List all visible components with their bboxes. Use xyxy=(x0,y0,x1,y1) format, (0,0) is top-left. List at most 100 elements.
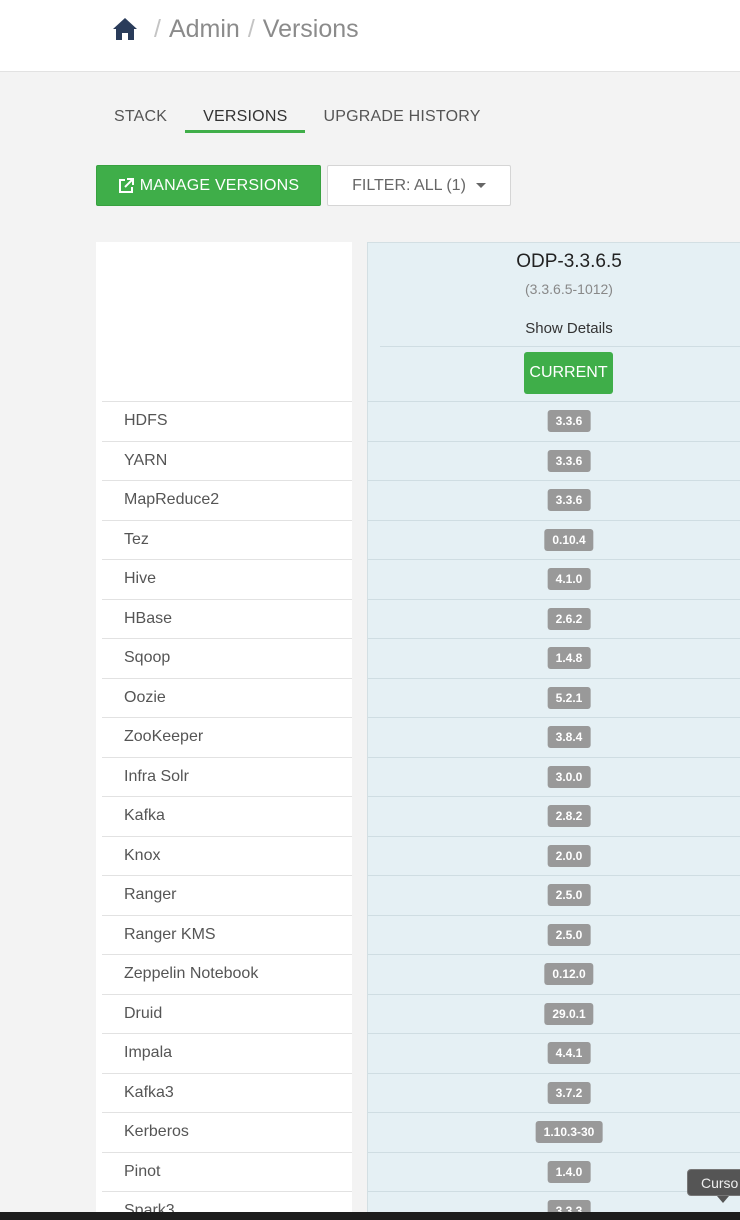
service-name: Ranger KMS xyxy=(124,925,216,943)
service-version-row: 4.1.0 xyxy=(368,559,740,599)
service-name: Kafka3 xyxy=(124,1083,174,1101)
breadcrumb-separator: / xyxy=(154,14,161,43)
service-version-row: 2.5.0 xyxy=(368,914,740,955)
service-row: Knox xyxy=(102,835,352,876)
service-row: HBase xyxy=(102,598,352,639)
service-version-row: 3.3.6 xyxy=(368,401,740,441)
service-row: Infra Solr xyxy=(102,756,352,797)
service-row: MapReduce2 xyxy=(102,480,352,520)
manage-versions-label: MANAGE VERSIONS xyxy=(139,176,300,194)
service-name: Tez xyxy=(124,530,149,548)
version-badge: 2.5.0 xyxy=(547,923,591,946)
service-version-row: 2.5.0 xyxy=(368,875,740,915)
version-badge: 5.2.1 xyxy=(547,686,591,709)
service-version-row: 0.12.0 xyxy=(368,954,740,994)
service-version-row: 29.0.1 xyxy=(368,993,740,1034)
version-badge: 29.0.1 xyxy=(544,1002,594,1025)
manage-versions-button[interactable]: MANAGE VERSIONS xyxy=(96,165,321,206)
service-row: Kafka3 xyxy=(102,1072,352,1113)
service-row: Tez xyxy=(102,519,352,560)
service-row: Kerberos xyxy=(102,1112,352,1152)
version-badge: 3.7.2 xyxy=(547,1081,591,1104)
version-badge: 2.6.2 xyxy=(547,607,591,630)
tooltip-arrow xyxy=(717,1196,729,1203)
service-name: MapReduce2 xyxy=(124,491,220,509)
service-name: Impala xyxy=(124,1044,173,1062)
service-version-row: 3.0.0 xyxy=(368,756,740,797)
service-name-column: HDFS YARN MapReduce2 Tez Hive HBase Sqoop Oozie… xyxy=(96,242,352,1220)
service-row: Kafka xyxy=(102,796,352,836)
service-version-row: 1.4.8 xyxy=(368,638,740,678)
service-name: HBase xyxy=(124,609,173,627)
caret-down-icon xyxy=(475,183,486,188)
service-name: Druid xyxy=(124,1004,163,1022)
service-name: Infra Solr xyxy=(124,767,189,785)
service-name: Knox xyxy=(124,846,161,864)
service-name: ZooKeeper xyxy=(124,728,204,746)
cursor-tooltip: Curso xyxy=(687,1169,740,1196)
version-badge: 1.4.0 xyxy=(547,1160,591,1183)
service-version-row: 2.0.0 xyxy=(368,835,740,876)
service-version-row: 5.2.1 xyxy=(368,677,740,718)
service-version-row: 1.4.0 xyxy=(368,1151,740,1192)
service-version-row: 2.6.2 xyxy=(368,598,740,639)
tab-versions[interactable]: VERSIONS xyxy=(185,100,306,133)
tab-stack[interactable]: STACK xyxy=(96,100,185,132)
breadcrumb-versions: Versions xyxy=(262,14,359,43)
service-row: Pinot xyxy=(102,1151,352,1192)
version-badge: 4.4.1 xyxy=(547,1042,591,1065)
service-row: HDFS xyxy=(102,401,352,441)
show-details-link[interactable]: Show Details xyxy=(368,320,740,337)
service-row: Druid xyxy=(102,993,352,1034)
version-badge: 3.3.6 xyxy=(547,489,591,512)
top-header: / Admin / Versions xyxy=(0,0,740,72)
version-badge: 3.3.6 xyxy=(547,449,591,472)
service-version-row: 3.3.6 xyxy=(368,480,740,520)
service-version-row: 0.10.4 xyxy=(368,519,740,560)
service-name: Zeppelin Notebook xyxy=(124,965,259,983)
service-row: Ranger KMS xyxy=(102,914,352,955)
external-link-icon xyxy=(118,177,134,193)
service-name: Ranger xyxy=(124,886,177,904)
version-column: ODP-3.3.6.5 (3.3.6.5-1012) Show Details … xyxy=(367,242,740,1220)
version-badge: 2.8.2 xyxy=(547,805,591,828)
current-status-button[interactable]: CURRENT xyxy=(524,352,613,394)
version-badge: 1.10.3-30 xyxy=(535,1121,603,1144)
bottom-bar xyxy=(0,1212,740,1220)
version-badge: 4.1.0 xyxy=(547,568,591,591)
version-badge: 2.5.0 xyxy=(547,884,591,907)
service-version-row: 4.4.1 xyxy=(368,1033,740,1073)
service-version-row: 3.7.2 xyxy=(368,1072,740,1113)
breadcrumb-separator: / xyxy=(247,14,255,43)
service-name: Kafka xyxy=(124,807,165,825)
service-version-row: 1.10.3-30 xyxy=(368,1112,740,1152)
version-badge: 3.3.6 xyxy=(547,410,591,433)
version-badge: 3.8.4 xyxy=(547,726,591,749)
service-row: Hive xyxy=(102,559,352,599)
home-icon[interactable] xyxy=(112,16,138,42)
service-name: HDFS xyxy=(124,412,168,430)
filter-dropdown[interactable]: FILTER: ALL (1) xyxy=(327,165,511,206)
version-build: (3.3.6.5-1012) xyxy=(525,281,613,297)
service-row: Zeppelin Notebook xyxy=(102,954,352,994)
version-name: ODP-3.3.6.5 xyxy=(516,251,622,272)
service-row: Impala xyxy=(102,1033,352,1073)
service-version-row: 3.3.6 xyxy=(368,440,740,481)
service-row: Ranger xyxy=(102,875,352,915)
tab-upgrade-history[interactable]: UPGRADE HISTORY xyxy=(305,100,498,132)
service-row: YARN xyxy=(102,440,352,481)
service-name: Oozie xyxy=(124,688,166,706)
service-name: Hive xyxy=(124,570,157,588)
breadcrumb-admin[interactable]: Admin xyxy=(169,15,240,44)
service-row: ZooKeeper xyxy=(102,717,352,757)
service-name: Sqoop xyxy=(124,649,171,667)
service-name: YARN xyxy=(124,451,168,469)
breadcrumb: / Admin / Versions xyxy=(112,14,359,44)
version-badge: 0.10.4 xyxy=(544,528,594,551)
version-badge: 0.12.0 xyxy=(544,963,594,986)
service-name: Kerberos xyxy=(124,1123,189,1141)
service-version-row: 3.8.4 xyxy=(368,717,740,757)
version-badge: 1.4.8 xyxy=(547,647,591,670)
service-name: Pinot xyxy=(124,1162,161,1180)
column-gap xyxy=(352,242,367,1220)
